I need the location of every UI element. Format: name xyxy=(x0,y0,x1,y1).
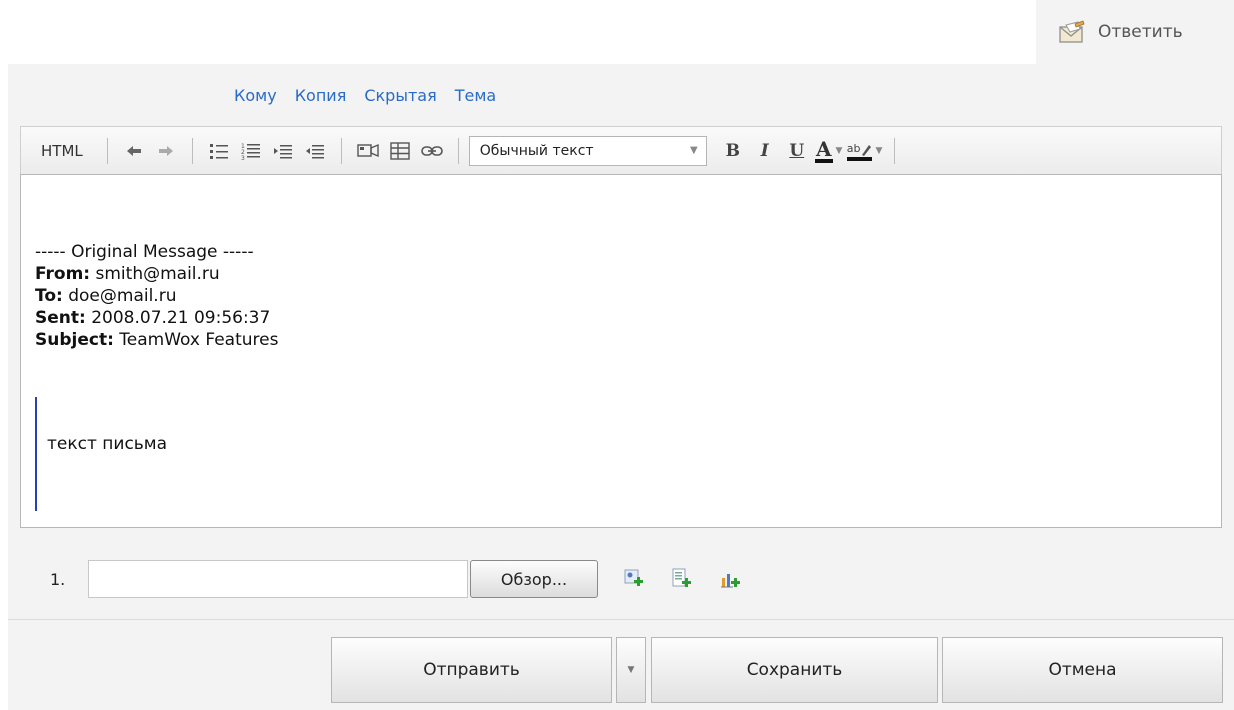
highlight-icon: ab xyxy=(846,141,873,161)
to-line: To: doe@mail.ru xyxy=(35,286,177,306)
message-editor[interactable]: ----- Original Message ----- From: smith… xyxy=(20,174,1222,528)
toolbar-separator xyxy=(457,137,459,164)
toolbar-separator xyxy=(340,137,342,164)
original-message-header: ----- Original Message ----- From: smith… xyxy=(35,241,278,351)
undo-icon[interactable] xyxy=(120,135,148,167)
send-button[interactable]: Отправить xyxy=(331,637,612,703)
underline-button[interactable]: U xyxy=(783,135,811,167)
editor-toolbar: HTML 1 2 3 Обычный текст ▼ B I U A ▼ ab … xyxy=(20,126,1222,174)
cancel-button[interactable]: Отмена xyxy=(942,637,1223,703)
chevron-down-icon: ▼ xyxy=(835,145,843,156)
quoted-block: текст письма xyxy=(35,397,167,511)
italic-button[interactable]: I xyxy=(751,135,779,167)
highlight-color-button[interactable]: ab ▼ xyxy=(846,135,883,167)
subject-line: Subject: TeamWox Features xyxy=(35,330,279,350)
html-mode-button[interactable]: HTML xyxy=(29,135,95,167)
link-bcc[interactable]: Скрытая xyxy=(364,86,436,105)
toolbar-separator xyxy=(106,137,108,164)
toolbar-separator xyxy=(191,137,193,164)
bullet-list-icon[interactable] xyxy=(205,135,233,167)
attach-document-icon[interactable] xyxy=(672,568,692,590)
reply-envelope-icon xyxy=(1058,20,1086,44)
attachment-row: 1. Обзор... xyxy=(50,560,742,598)
insert-table-icon[interactable] xyxy=(386,135,414,167)
text-style-select[interactable]: Обычный текст ▼ xyxy=(468,135,707,166)
font-color-icon: A xyxy=(815,136,833,163)
svg-text:3: 3 xyxy=(241,155,245,160)
attach-chart-icon[interactable] xyxy=(720,569,742,589)
insert-video-icon[interactable] xyxy=(354,135,382,167)
original-message-title: ----- Original Message ----- xyxy=(35,242,254,262)
send-options-dropdown[interactable]: ▼ xyxy=(616,637,646,703)
tab-reply-label: Ответить xyxy=(1098,22,1183,42)
chevron-down-icon: ▼ xyxy=(690,145,698,156)
attachment-file-input[interactable] xyxy=(88,560,468,598)
chevron-down-icon: ▼ xyxy=(627,665,635,675)
save-button[interactable]: Сохранить xyxy=(651,637,938,703)
font-color-button[interactable]: A ▼ xyxy=(815,135,843,167)
link-subject[interactable]: Тема xyxy=(455,86,497,105)
link-cc[interactable]: Копия xyxy=(295,86,347,105)
tab-reply[interactable]: Ответить xyxy=(1036,0,1234,64)
toolbar-separator xyxy=(894,137,896,164)
insert-link-icon[interactable] xyxy=(418,135,446,167)
recipient-links: Кому Копия Скрытая Тема xyxy=(234,86,496,105)
bold-button[interactable]: B xyxy=(719,135,747,167)
chevron-down-icon: ▼ xyxy=(875,145,883,156)
from-line: From: smith@mail.ru xyxy=(35,264,220,284)
attach-image-icon[interactable] xyxy=(624,569,644,589)
attachment-number: 1. xyxy=(50,569,66,589)
outdent-icon[interactable] xyxy=(301,135,329,167)
quoted-text: текст письма xyxy=(47,434,168,454)
browse-button[interactable]: Обзор... xyxy=(470,560,598,598)
numbered-list-icon[interactable]: 1 2 3 xyxy=(237,135,265,167)
link-to[interactable]: Кому xyxy=(234,86,277,105)
text-style-value: Обычный текст xyxy=(479,142,594,159)
sent-line: Sent: 2008.07.21 09:56:37 xyxy=(35,308,271,328)
redo-icon[interactable] xyxy=(152,135,180,167)
indent-icon[interactable] xyxy=(269,135,297,167)
divider xyxy=(8,619,1234,620)
